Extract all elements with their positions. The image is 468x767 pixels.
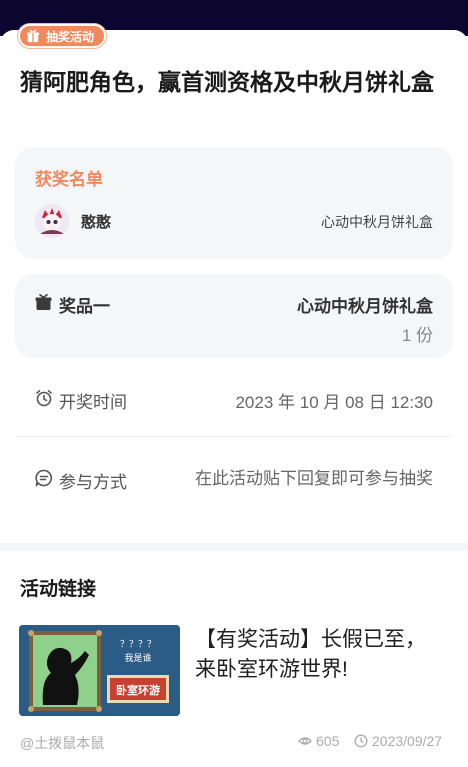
post-title: 猜阿肥角色，赢首测资格及中秋月饼礼盒 (20, 69, 434, 95)
gift-icon (26, 29, 40, 43)
avatar[interactable] (35, 204, 69, 238)
svg-text:？？？？: ？？？？ (120, 640, 156, 650)
author-label[interactable]: @土拨鼠本鼠 (20, 733, 104, 753)
clock-icon (354, 734, 368, 748)
svg-text:卧室环游: 卧室环游 (116, 683, 160, 697)
prize-card: 奖品一 心动中秋月饼礼盒 1 份 (15, 274, 453, 358)
winner-username[interactable]: 憨憨 (81, 211, 111, 232)
draw-time-label: 开奖时间 (59, 393, 127, 412)
lottery-tag: 抽奖活动 (18, 24, 107, 48)
svg-text:我是谁: 我是谁 (124, 653, 151, 664)
join-method-label: 参与方式 (59, 473, 127, 492)
author-name[interactable]: @土拨鼠本鼠 (20, 733, 104, 753)
prize-label: 奖品一 (59, 297, 110, 316)
winner-prize: 心动中秋月饼礼盒 (321, 214, 433, 230)
divider (15, 436, 453, 437)
winner-list-card: 获奖名单 憨憨 心动中秋月饼礼盒 (15, 147, 453, 259)
draw-time-value: 2023 年 10 月 08 日 12:30 (235, 393, 433, 412)
alarm-clock-icon (35, 389, 53, 407)
activity-link-thumbnail[interactable]: 卧室环游 ？？？？ 我是谁 (19, 625, 180, 716)
winner-list-heading: 获奖名单 (35, 170, 103, 189)
view-count-value: 605 (316, 733, 340, 749)
activity-link-title[interactable]: 【有奖活动】长假已至，来卧室环游世界! (195, 625, 445, 685)
activity-links-heading: 活动链接 (20, 579, 97, 600)
draw-time-row: 开奖时间 2023 年 10 月 08 日 12:30 (15, 380, 453, 420)
section-divider-band (0, 543, 468, 551)
lottery-tag-label: 抽奖活动 (46, 29, 95, 44)
prize-name: 心动中秋月饼礼盒 (297, 297, 433, 316)
post-date: 2023/09/27 (354, 733, 442, 749)
join-method-value: 在此活动贴下回复即可参与抽奖 (195, 469, 433, 488)
prize-count: 1 份 (401, 326, 433, 345)
gift-icon (35, 294, 52, 311)
eye-icon (298, 734, 312, 748)
join-method-row: 参与方式 在此活动贴下回复即可参与抽奖 (15, 460, 453, 520)
post-date-value: 2023/09/27 (372, 733, 443, 749)
view-count: 605 (298, 733, 339, 749)
chat-bubble-icon (35, 469, 53, 487)
